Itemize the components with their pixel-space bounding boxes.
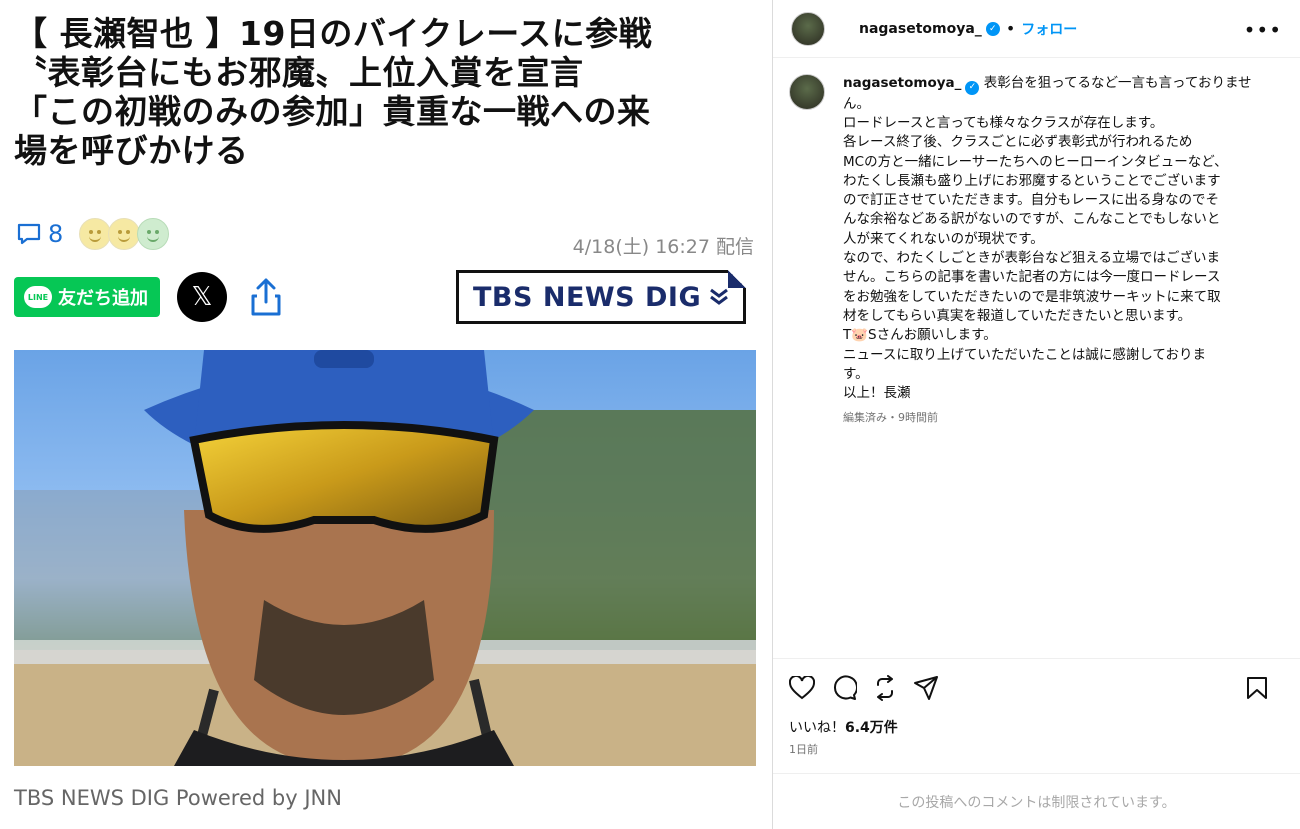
article-headline: 【 長瀬智也 】19日のバイクレースに参戦 〝表彰台にもお邪魔〟上位入賞を宣言 … xyxy=(14,14,759,170)
verified-badge-icon: ✓ xyxy=(985,21,1000,36)
news-article-panel: 【 長瀬智也 】19日のバイクレースに参戦 〝表彰台にもお邪魔〟上位入賞を宣言 … xyxy=(0,0,772,829)
post-age: 1日前 xyxy=(789,743,818,756)
like-heart-icon[interactable] xyxy=(789,676,815,700)
separator-dot: • xyxy=(1005,19,1016,38)
caption-line: 各レース終了後、クラスごとに必ず表彰式が行われるため xyxy=(843,134,1193,151)
comment-count-link[interactable]: 8 xyxy=(16,220,63,248)
caption-line: 材をしてもらい真実を報道していただきたいと思います。 xyxy=(843,307,1192,324)
caption-line: をお勉強をしていただきたいので是非筑波サーキットに来て取 xyxy=(843,288,1221,305)
publish-date: 4/18(土) 16:27 配信 xyxy=(572,236,754,258)
post-actions: いいね！6.4万件 1日前 xyxy=(773,658,1300,757)
caption-line: す。 xyxy=(843,365,869,382)
avatar[interactable] xyxy=(791,11,825,46)
line-button-label: 友だち追加 xyxy=(58,288,148,309)
username-link[interactable]: nagasetomoya_ xyxy=(859,21,982,37)
share-icon xyxy=(251,278,281,316)
caption-line: せん。こちらの記事を書いた記者の方には今一度ロードレース xyxy=(843,269,1221,286)
action-icons xyxy=(789,675,1284,701)
reaction-faces[interactable] xyxy=(79,218,170,250)
x-logo-icon: 𝕏 xyxy=(191,282,213,312)
caption-text: nagasetomoya_ ✓ 表彰台を狙ってるなど一言も言っておりませ ん。 ロ… xyxy=(843,74,1289,403)
headline-line: 「この初戦のみの参加」貴重な一戦への来 xyxy=(14,92,651,131)
download-arrow-icon xyxy=(710,288,729,305)
caption-line: T🐷Sさんお願いします。 xyxy=(843,327,997,344)
verified-badge-icon: ✓ xyxy=(965,80,980,95)
caption-line: なので、わたくしごときが表彰台など狙える立場ではございま xyxy=(843,250,1221,267)
likes-prefix: いいね！ xyxy=(789,720,845,736)
likes-number: 6.4万件 xyxy=(845,720,898,736)
instagram-post-panel: nagasetomoya_ ✓ • フォロー ••• nagasetomoya_… xyxy=(773,0,1300,829)
comments-restricted-notice: この投稿へのコメントは制限されています。 xyxy=(773,773,1300,829)
x-share-button[interactable]: 𝕏 xyxy=(177,272,227,322)
caption-username[interactable]: nagasetomoya_ xyxy=(843,75,961,91)
post-caption: nagasetomoya_ ✓ 表彰台を狙ってるなど一言も言っておりませ ん。 ロ… xyxy=(789,74,1289,425)
headline-line: 場を呼びかける xyxy=(14,131,249,170)
caption-line: ので訂正させていただきます。自分もレースに出る身なのでそ xyxy=(843,192,1219,209)
headline-line: 【 長瀬智也 】19日のバイクレースに参戦 xyxy=(14,14,653,53)
caption-line: んな余裕などある訳がないのですが、こんなことでもしないと xyxy=(843,211,1221,228)
article-photo xyxy=(14,350,756,766)
publisher-logo-text: TBS NEWS DIG xyxy=(473,281,702,313)
caption-line: わたくし長瀬も盛り上げにお邪魔するということでございます xyxy=(843,172,1221,189)
bookmark-icon[interactable] xyxy=(1246,676,1268,700)
more-options-icon[interactable]: ••• xyxy=(1244,18,1282,42)
post-header: nagasetomoya_ ✓ • フォロー ••• xyxy=(773,0,1300,58)
line-add-friend-button[interactable]: LINE 友だち追加 xyxy=(14,277,160,317)
likes-count[interactable]: いいね！6.4万件 xyxy=(789,717,1284,737)
logo-corner xyxy=(728,270,746,288)
follow-button[interactable]: フォロー xyxy=(1021,19,1077,39)
comment-count: 8 xyxy=(48,220,64,248)
avatar[interactable] xyxy=(789,74,825,110)
selfie-illustration xyxy=(14,350,756,766)
smile-reaction-icon xyxy=(79,218,112,250)
article-meta: 8 xyxy=(16,218,170,250)
tbs-news-dig-logo[interactable]: TBS NEWS DIG xyxy=(456,270,746,324)
caption-line: ん。 xyxy=(843,95,870,112)
caption-line: 人が来てくれないのが現状です。 xyxy=(843,230,1044,247)
caption-line: 表彰台を狙ってるなど一言も言っておりませ xyxy=(983,75,1252,91)
share-send-icon[interactable] xyxy=(913,675,939,701)
smile-reaction-icon xyxy=(108,218,141,250)
line-icon: LINE xyxy=(24,286,52,308)
edited-timestamp: 編集済み・9時間前 xyxy=(843,411,938,425)
comment-icon xyxy=(17,223,41,245)
headline-line: 〝表彰台にもお邪魔〟上位入賞を宣言 xyxy=(14,53,584,92)
share-button[interactable] xyxy=(249,276,283,318)
smile-reaction-icon xyxy=(137,218,170,250)
photo-credit: TBS NEWS DIG Powered by JNN xyxy=(14,786,342,810)
caption-line: 以上！長瀬 xyxy=(843,385,911,402)
caption-line: MCの方と一緒にレーサーたちへのヒーローインタビューなど、 xyxy=(843,153,1228,170)
caption-line: ロードレースと言っても様々なクラスが存在します。 xyxy=(843,114,1164,131)
share-row: LINE 友だち追加 𝕏 xyxy=(14,272,283,322)
caption-line: ニュースに取り上げていただいたことは誠に感謝しておりま xyxy=(843,346,1207,363)
comment-bubble-icon[interactable] xyxy=(831,675,857,701)
repost-icon[interactable] xyxy=(873,675,897,701)
